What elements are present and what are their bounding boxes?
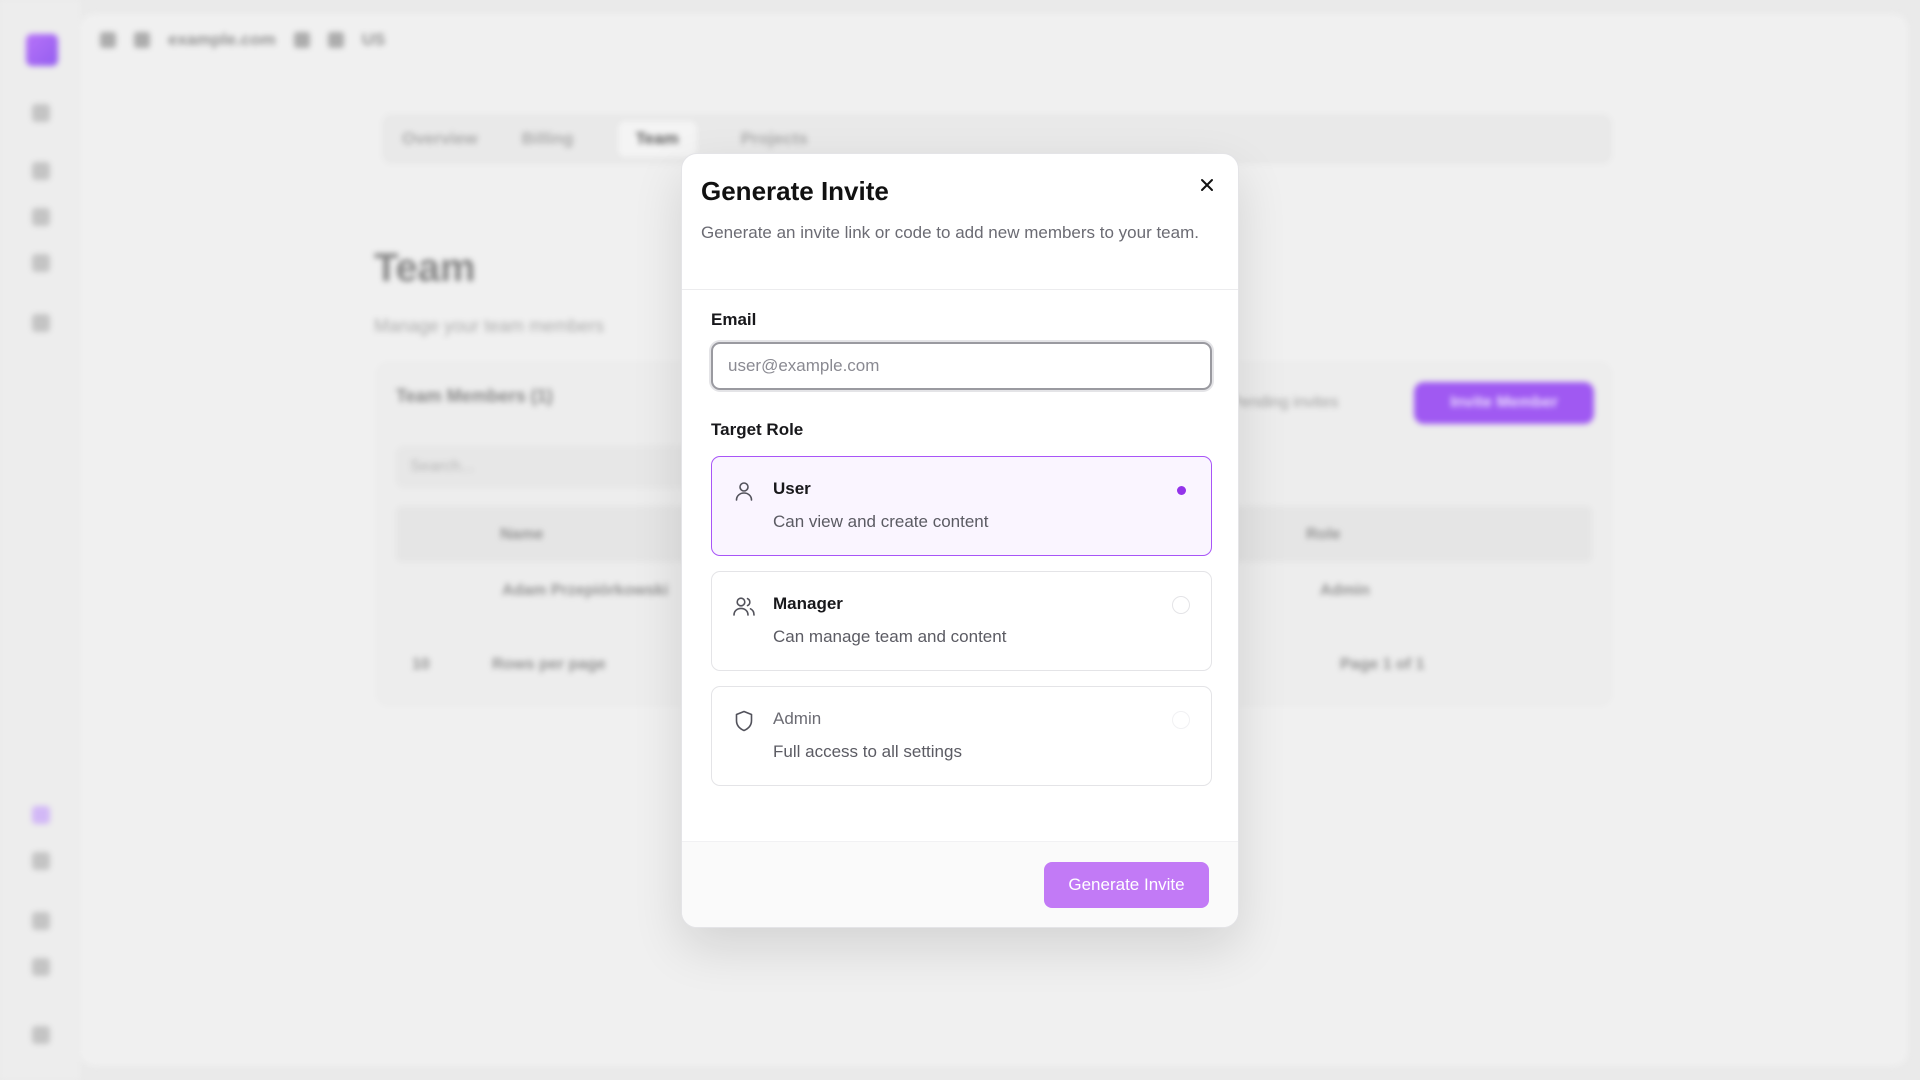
role-description: Can manage team and content xyxy=(773,627,1007,646)
target-role-label: Target Role xyxy=(711,420,804,439)
role-name: Admin xyxy=(773,709,822,728)
generate-invite-dialog: Generate Invite Generate an invite link … xyxy=(681,153,1239,928)
dialog-header: Generate Invite Generate an invite link … xyxy=(682,154,1238,290)
role-name: Manager xyxy=(773,594,843,613)
role-radio[interactable] xyxy=(1172,711,1190,729)
dialog-title: Generate Invite xyxy=(701,176,889,206)
generate-invite-button[interactable]: Generate Invite xyxy=(1044,862,1209,908)
role-radio[interactable] xyxy=(1172,596,1190,614)
close-button[interactable] xyxy=(1194,172,1220,198)
role-name: User xyxy=(773,479,811,498)
role-option-user[interactable]: User Can view and create content xyxy=(711,456,1212,556)
email-input[interactable] xyxy=(711,342,1212,390)
role-description: Can view and create content xyxy=(773,512,989,531)
email-label: Email xyxy=(711,310,757,329)
user-icon xyxy=(735,482,753,501)
close-icon xyxy=(1201,179,1213,191)
role-radio-selected[interactable] xyxy=(1172,481,1190,499)
dialog-footer: Generate Invite xyxy=(682,841,1238,927)
dialog-body: Email Target Role User Can view and crea… xyxy=(682,290,1238,786)
role-option-admin[interactable]: Admin Full access to all settings xyxy=(711,686,1212,786)
dialog-description: Generate an invite link or code to add n… xyxy=(701,223,1199,242)
users-icon xyxy=(733,597,755,616)
role-option-manager[interactable]: Manager Can manage team and content xyxy=(711,571,1212,671)
shield-icon xyxy=(735,710,753,732)
role-description: Full access to all settings xyxy=(773,742,962,761)
